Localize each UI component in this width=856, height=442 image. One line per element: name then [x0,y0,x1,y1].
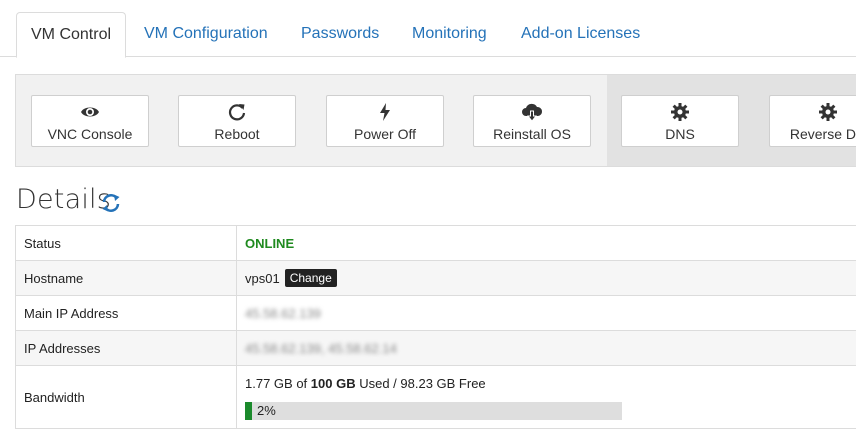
refresh-icon[interactable] [101,193,123,215]
table-row-bandwidth: Bandwidth 1.77 GB of 100 GB Used / 98.23… [15,366,856,429]
dns-button[interactable]: DNS [621,95,739,147]
gear-icon [622,102,738,124]
hostname-value-cell: vps01 Change [245,261,337,295]
bandwidth-percent: 2% [257,403,276,418]
tab-vm-control[interactable]: VM Control [16,12,127,58]
bandwidth-progress-bar: 2% [245,402,622,420]
bandwidth-used-text: Used / [355,376,401,391]
details-title: Details [16,184,112,215]
status-value: ONLINE [245,226,294,260]
vnc-console-button[interactable]: VNC Console [31,95,149,147]
status-badge: ONLINE [245,235,295,251]
bandwidth-free: 98.23 GB Free [400,376,486,391]
dns-label: DNS [665,126,695,142]
tab-vm-configuration[interactable]: VM Configuration [144,12,268,56]
reinstall-os-label: Reinstall OS [493,126,571,142]
power-off-button[interactable]: Power Off [326,95,444,147]
reboot-button[interactable]: Reboot [178,95,296,147]
eye-icon [32,102,148,124]
bandwidth-total: 100 GB [310,376,356,391]
tab-monitoring[interactable]: Monitoring [412,12,487,56]
ip-addresses-label: IP Addresses [16,331,237,365]
reboot-label: Reboot [214,126,260,142]
cloud-download-icon [474,102,590,124]
reverse-dns-label: Reverse DN [789,126,856,142]
vnc-console-label: VNC Console [47,126,133,142]
power-off-label: Power Off [354,126,416,142]
main-ip-value: 45.58.62.139 [245,305,321,321]
tab-bar: VM Control VM Configuration Passwords Mo… [0,0,856,58]
table-row-hostname: Hostname vps01 Change [15,261,856,296]
main-ip-value-cell: 45.58.62.139 [245,296,321,330]
reverse-dns-button[interactable]: Reverse DN [769,95,856,147]
action-panel: VNC Console Reboot Power Off Reinstall O… [15,74,856,167]
tab-passwords[interactable]: Passwords [301,12,379,56]
main-ip-label: Main IP Address [16,296,237,330]
status-label: Status [16,226,237,260]
details-table: Status ONLINE Hostname vps01 Change Main… [15,225,856,429]
ip-addresses-value: 45.58.62.139, 45.58.62.14 [245,340,397,356]
reinstall-os-button[interactable]: Reinstall OS [473,95,591,147]
bandwidth-label: Bandwidth [16,366,237,428]
bandwidth-used: 1.77 GB [245,376,293,391]
table-row-status: Status ONLINE [15,226,856,261]
table-row-main-ip: Main IP Address 45.58.62.139 [15,296,856,331]
gear-icon [770,102,856,124]
bandwidth-summary: 1.77 GB of 100 GB Used / 98.23 GB Free [245,376,486,391]
refresh-icon [179,102,295,124]
bolt-icon [327,102,443,124]
bandwidth-of-text: of [292,376,311,391]
tab-add-on-licenses[interactable]: Add-on Licenses [521,12,640,56]
table-row-ip-addresses: IP Addresses 45.58.62.139, 45.58.62.14 [15,331,856,366]
bandwidth-progress-fill [245,402,252,420]
ip-addresses-value-cell: 45.58.62.139, 45.58.62.14 [245,331,397,365]
hostname-label: Hostname [16,261,237,295]
change-hostname-button[interactable]: Change [284,269,337,287]
hostname-value: vps01 [245,270,280,286]
